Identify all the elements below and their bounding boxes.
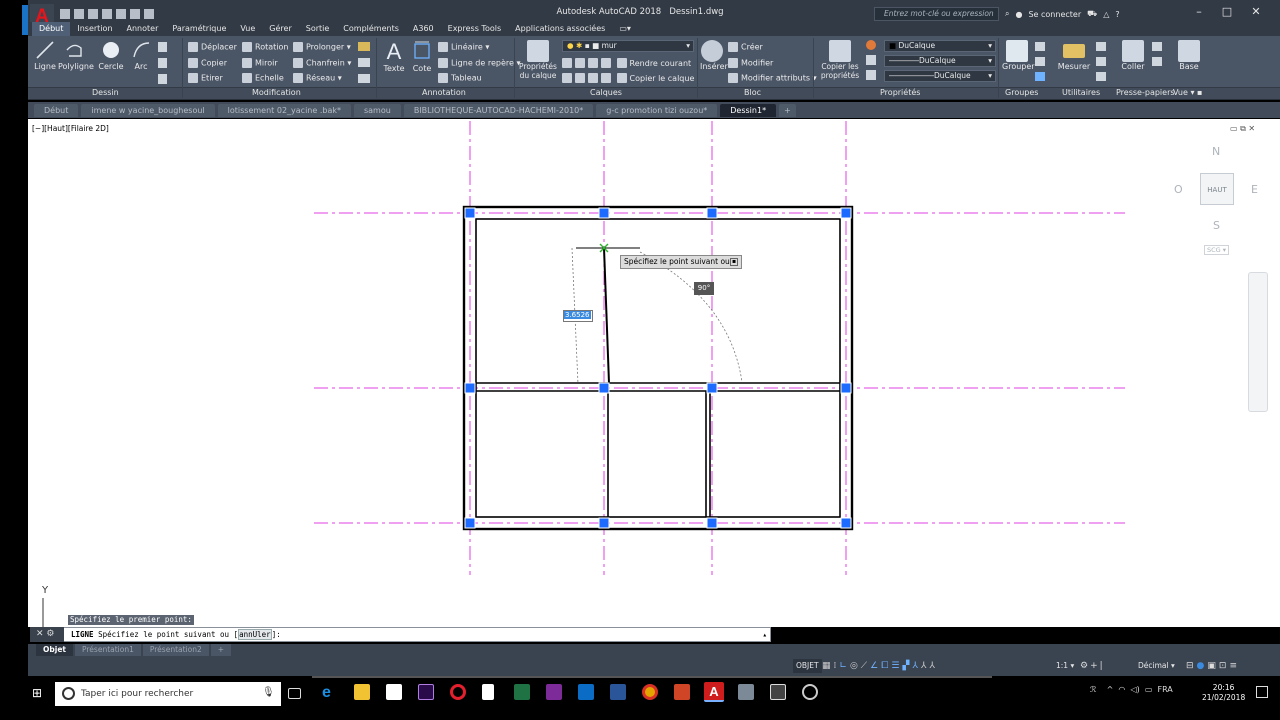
add-layout-button[interactable]: + [210,644,232,656]
command-history-toggle-icon[interactable]: ▴ [762,628,767,641]
store-icon[interactable] [386,684,402,700]
viewcube-south[interactable]: S [1213,219,1220,232]
system-tray: ℛ ^ ◠ ◁) ▭ FRA [1090,685,1173,694]
status-model-button[interactable]: OBJET [793,659,822,673]
clean-screen-icon[interactable]: ⊡ [1219,661,1230,671]
layout-tab[interactable]: Présentation1 [75,644,141,656]
autocad-app-icon[interactable] [738,684,754,700]
dynamic-input-tooltip: Spécifiez le point suivant ou ▪ [620,255,742,269]
powerpoint-icon[interactable] [674,684,690,700]
photos-icon[interactable] [770,684,786,700]
command-history: Spécifiez le premier point: [68,615,194,625]
viewcube[interactable]: N O E S HAUT SCG ▾ [1174,145,1260,255]
edge-icon[interactable]: e [322,684,338,701]
taskbar-clock[interactable]: 20:16 21/02/2018 [1202,683,1245,703]
ucs-y-label: Y [42,585,49,596]
viewcube-top-face[interactable]: HAUT [1200,173,1234,205]
viewcube-north[interactable]: N [1212,145,1220,158]
microphone-icon[interactable]: 🎙 [262,687,275,698]
autocad-taskbar-icon[interactable]: A [704,682,724,702]
cortana-circle-icon [62,687,75,700]
angle-input[interactable]: 90° [694,282,714,295]
opera-icon[interactable] [450,684,466,700]
isolate-objects-icon[interactable]: ● [1197,661,1208,671]
clock-time: 20:16 [1212,683,1235,692]
onenote-icon[interactable] [546,684,562,700]
excel-icon[interactable] [514,684,530,700]
layout-tab[interactable]: Présentation2 [142,644,209,656]
polar-icon[interactable]: ◎ [850,661,861,671]
wifi-icon[interactable]: ◠ [1118,685,1125,694]
settings-app-icon[interactable] [802,684,818,700]
clock-date: 21/02/2018 [1202,693,1246,702]
notification-icon[interactable] [1256,686,1268,698]
add-icon[interactable]: + [1090,661,1100,671]
hardware-acceleration-icon[interactable]: ▣ [1207,661,1219,671]
annotation-scale-icon[interactable]: ⅄ [912,661,921,671]
command-name: LIGNE [71,630,94,639]
navigation-bar[interactable] [1248,272,1268,412]
units-separator: | [1099,661,1105,671]
customize-command-icon[interactable]: ⚙ [46,629,54,639]
close-command-icon[interactable]: ✕ [36,629,44,639]
osnap-track-icon[interactable]: ∠ [870,661,881,671]
ucs-menu[interactable]: SCG ▾ [1204,245,1230,255]
layout-tab-model[interactable]: Objet [36,644,73,656]
outlook-icon[interactable] [578,684,594,700]
osnap-icon[interactable]: ⧠ [881,661,891,671]
length-input[interactable]: 3.6526 [563,310,593,322]
command-line-controls: ✕ ⚙ [30,627,64,642]
language-indicator[interactable]: FRA [1157,685,1172,694]
tray-expand-icon[interactable]: ^ [1107,685,1114,694]
start-button[interactable]: ⊞ [32,686,46,700]
people-icon[interactable]: ℛ [1090,685,1096,694]
viewcube-west[interactable]: O [1174,183,1183,196]
axis-lines [314,121,1125,575]
tooltip-expand-icon[interactable]: ▪ [730,258,738,266]
isodraft-icon[interactable]: ⟋ [861,661,870,671]
status-more-icons: ⚙+| [1080,659,1105,673]
notepad-icon[interactable] [482,684,494,700]
taskbar-search[interactable]: Taper ici pour rechercher [55,682,281,706]
file-explorer-icon[interactable] [354,684,370,700]
customization-icon[interactable]: ≡ [1229,661,1240,671]
chrome-icon[interactable] [642,684,658,700]
transparency-icon[interactable]: ▞ [902,661,912,671]
premiere-icon[interactable] [418,684,434,700]
active-app-indicator [312,676,992,678]
word-icon[interactable] [610,684,626,700]
ortho-icon[interactable]: ∟ [839,661,850,671]
status-right-icons: ⊟●▣⊡≡ [1186,659,1240,673]
command-line[interactable]: LIGNE Spécifiez le point suivant ou [ann… [30,627,771,642]
battery-icon[interactable]: ▭ [1145,685,1153,694]
command-prompt: Spécifiez le point suivant ou [ [98,630,239,639]
units-dropdown[interactable]: Décimal ▾ [1138,659,1175,673]
task-view-icon[interactable] [288,688,301,699]
command-option-undo[interactable]: annUler [238,629,272,640]
floor-plan-drawing[interactable] [0,0,1280,720]
auto-scale-icon[interactable]: ⅄ [929,661,938,671]
annotation-scale-dropdown[interactable]: 1:1 ▾ [1056,659,1074,673]
grid-icon[interactable]: ▦ [822,661,834,671]
viewcube-east[interactable]: E [1251,183,1258,196]
layout-tabs: Objet Présentation1 Présentation2 + [28,644,1280,656]
quick-properties-icon[interactable]: ⊟ [1186,661,1197,671]
status-toggles: ▦⁞∟◎⟋∠⧠☰▞⅄⅄⅄ [822,659,938,673]
lineweight-toggle-icon[interactable]: ☰ [891,661,902,671]
volume-icon[interactable]: ◁) [1130,685,1139,694]
workspace-icon[interactable]: ⚙ [1080,661,1090,671]
